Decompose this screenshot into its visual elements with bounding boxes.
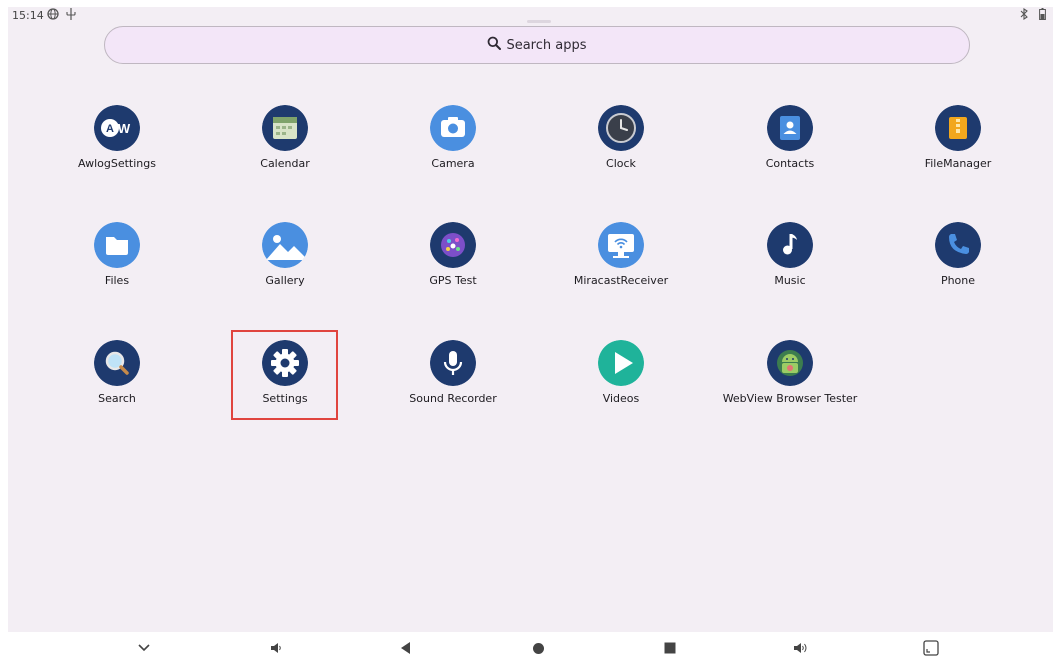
app-label: WebView Browser Tester (722, 392, 858, 405)
vpn-globe-icon (47, 8, 59, 23)
screenshot-icon[interactable] (922, 640, 940, 656)
navigation-bar (0, 632, 1059, 663)
music-icon (767, 222, 813, 268)
gallery-icon (262, 222, 308, 268)
search-icon (487, 36, 506, 54)
app-contacts[interactable]: Contacts (710, 105, 870, 195)
app-clock[interactable]: Clock (541, 105, 701, 195)
selection-highlight (231, 330, 338, 420)
volume-down-icon[interactable] (267, 640, 285, 656)
gps-test-icon (430, 222, 476, 268)
app-filemanager[interactable]: FileManager (878, 105, 1038, 195)
sound-recorder-icon (430, 340, 476, 386)
miracast-receiver-icon (598, 222, 644, 268)
app-videos[interactable]: Videos (541, 340, 701, 430)
videos-icon (598, 340, 644, 386)
battery-icon (1039, 8, 1046, 23)
drawer-drag-handle[interactable] (527, 20, 551, 23)
app-gallery[interactable]: Gallery (205, 222, 365, 312)
awlog-settings-icon: AW (94, 105, 140, 151)
phone-icon (935, 222, 981, 268)
app-music[interactable]: Music (710, 222, 870, 312)
files-icon (94, 222, 140, 268)
app-miracastreceiver[interactable]: MiracastReceiver (541, 222, 701, 312)
back-icon[interactable] (396, 640, 414, 656)
home-icon[interactable] (529, 640, 547, 656)
bluetooth-icon (1020, 7, 1028, 23)
recents-icon[interactable] (661, 640, 679, 656)
app-sound-recorder[interactable]: Sound Recorder (373, 340, 533, 430)
search-app-icon (94, 340, 140, 386)
app-search[interactable]: Search (37, 340, 197, 430)
search-apps-label: Search apps (506, 37, 587, 53)
app-files[interactable]: Files (37, 222, 197, 312)
svg-text:A: A (106, 123, 114, 135)
app-label: Phone (940, 274, 976, 287)
camera-icon (430, 105, 476, 151)
search-apps-bar[interactable]: Search apps (104, 26, 970, 64)
clock-icon (598, 105, 644, 151)
app-label: FileManager (924, 157, 992, 170)
usb-icon (66, 8, 76, 23)
calendar-icon (262, 105, 308, 151)
svg-text:W: W (118, 121, 131, 136)
app-gps-test[interactable]: GPS Test (373, 222, 533, 312)
volume-up-icon[interactable] (792, 640, 810, 656)
webview-browser-tester-icon (767, 340, 813, 386)
app-awlogsettings[interactable]: AW AwlogSettings (37, 105, 197, 195)
app-phone[interactable]: Phone (878, 222, 1038, 312)
screen: 15:14 Search apps AW AwlogSettings Calen… (0, 0, 1059, 663)
collapse-chevron-icon[interactable] (135, 640, 153, 656)
app-camera[interactable]: Camera (373, 105, 533, 195)
app-drawer (8, 7, 1053, 632)
app-webview-browser-tester[interactable]: WebView Browser Tester (710, 340, 870, 430)
status-time: 15:14 (12, 9, 44, 22)
contacts-icon (767, 105, 813, 151)
app-calendar[interactable]: Calendar (205, 105, 365, 195)
file-manager-icon (935, 105, 981, 151)
